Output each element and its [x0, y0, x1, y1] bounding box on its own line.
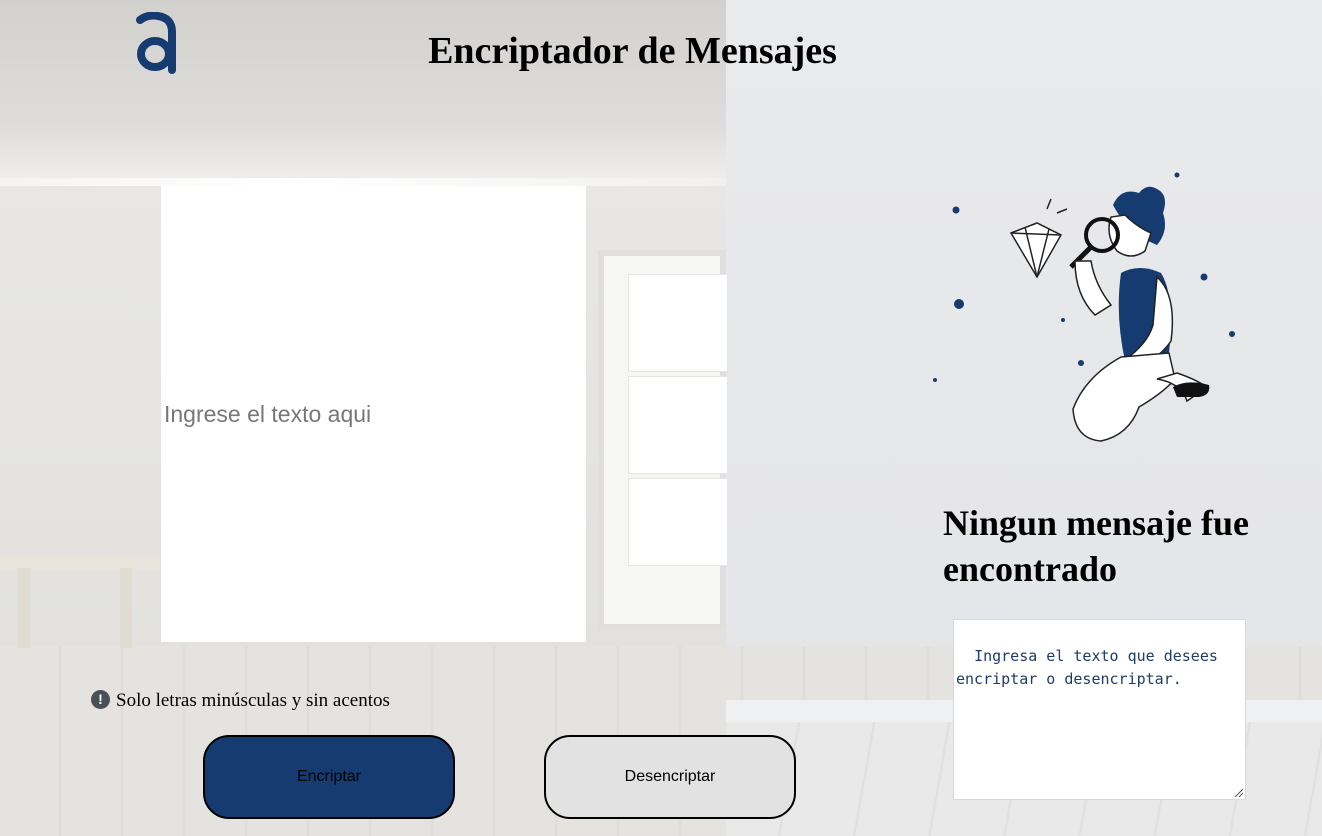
page-title: Encriptador de Mensajes	[428, 30, 837, 72]
output-textarea[interactable]: Ingresa el texto que desees encriptar o …	[953, 619, 1246, 800]
decrypt-button[interactable]: Desencriptar	[544, 735, 796, 819]
no-message-title: Ningun mensaje fue encontrado	[943, 503, 1250, 589]
output-message: Ingresa el texto que desees encriptar o …	[956, 647, 1227, 688]
encrypt-button-label: Encriptar	[296, 768, 362, 785]
decrypt-button-label: Desencriptar	[624, 768, 716, 785]
message-input[interactable]: Ingrese el texto aqui	[161, 186, 586, 642]
background-window	[598, 250, 728, 630]
input-hint: ! Solo letras minúsculas y sin acentos	[91, 689, 390, 712]
hint-text: Solo letras minúsculas y sin acentos	[116, 690, 390, 711]
encrypt-button[interactable]: Encriptar	[203, 735, 455, 819]
message-input-placeholder: Ingrese el texto aqui	[164, 400, 372, 427]
resize-grip-icon[interactable]	[1233, 787, 1243, 797]
person-with-magnifier-diamond-illustration	[925, 165, 1245, 455]
background-table-leg	[120, 568, 132, 648]
background-table-leg	[18, 568, 30, 648]
exclamation-circle-icon: !	[91, 689, 110, 709]
background-light-strip	[0, 178, 726, 186]
